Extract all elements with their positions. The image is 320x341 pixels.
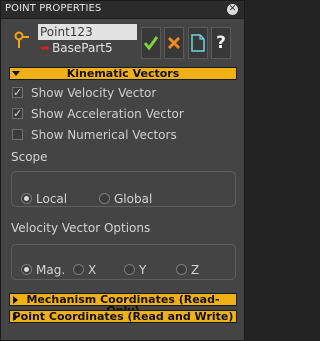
point-icon (14, 31, 29, 48)
check-mark-icon: ✓ (13, 86, 23, 99)
radio-icon[interactable] (99, 193, 110, 204)
kinematic-vectors-title: Kinematic Vectors (66, 67, 180, 80)
velocity-z-label: Z (191, 263, 200, 277)
radio-icon[interactable] (73, 264, 84, 275)
velocity-y-label: Y (139, 263, 147, 277)
object-tree: Point123 ➥ BasePart5 (38, 23, 138, 57)
point-coordinates-title: Point Coordinates (Read and Write) (12, 310, 234, 323)
document-icon (191, 34, 205, 52)
link-arrow-icon: ➥ (40, 41, 51, 55)
radio-selected-icon[interactable] (21, 264, 32, 275)
radio-selected-icon[interactable] (21, 193, 32, 204)
checkbox[interactable]: ✓ (12, 86, 23, 99)
show-numerical-label: Show Numerical Vectors (31, 128, 177, 142)
document-button[interactable] (188, 27, 208, 59)
check-mark-icon: ✓ (13, 107, 23, 120)
scope-group: Local Global (11, 171, 236, 207)
scope-local-label: Local (36, 192, 68, 206)
tree-item-point[interactable]: Point123 (38, 24, 137, 40)
velocity-x-label: X (88, 263, 97, 277)
checkbox[interactable]: ✓ (12, 107, 23, 120)
radio-icon[interactable] (176, 264, 187, 275)
velocity-options-label: Velocity Vector Options (11, 221, 151, 235)
cancel-icon (167, 36, 181, 50)
checkbox[interactable] (12, 129, 23, 140)
mechanism-coordinates-header[interactable]: Mechanism Coordinates (Read-Only) (9, 293, 237, 316)
properties-panel: POINT PROPERTIES ✕ Point123 ➥ BasePart5 ? (0, 0, 245, 341)
scope-global-label: Global (114, 192, 153, 206)
apply-button[interactable] (141, 27, 161, 59)
title-bar: POINT PROPERTIES ✕ (1, 1, 244, 19)
tree-item-basepart[interactable]: ➥ BasePart5 (40, 40, 113, 56)
scope-label: Scope (11, 150, 48, 164)
radio-icon[interactable] (124, 264, 135, 275)
cancel-button[interactable] (164, 27, 184, 59)
show-acceleration-label: Show Acceleration Vector (31, 107, 184, 121)
help-icon: ? (216, 33, 226, 53)
point-coordinates-header[interactable]: Point Coordinates (Read and Write) (9, 310, 237, 323)
show-velocity-label: Show Velocity Vector (31, 86, 157, 100)
window-title: POINT PROPERTIES (5, 3, 102, 14)
tree-item-basepart-label: BasePart5 (52, 41, 113, 55)
close-icon[interactable]: ✕ (227, 4, 238, 15)
help-button[interactable]: ? (211, 27, 231, 59)
check-icon (143, 36, 159, 51)
kinematic-vectors-header[interactable]: Kinematic Vectors (9, 67, 237, 80)
velocity-mag-label: Mag. (36, 263, 66, 277)
velocity-options-group: Mag. X Y Z (11, 244, 236, 280)
